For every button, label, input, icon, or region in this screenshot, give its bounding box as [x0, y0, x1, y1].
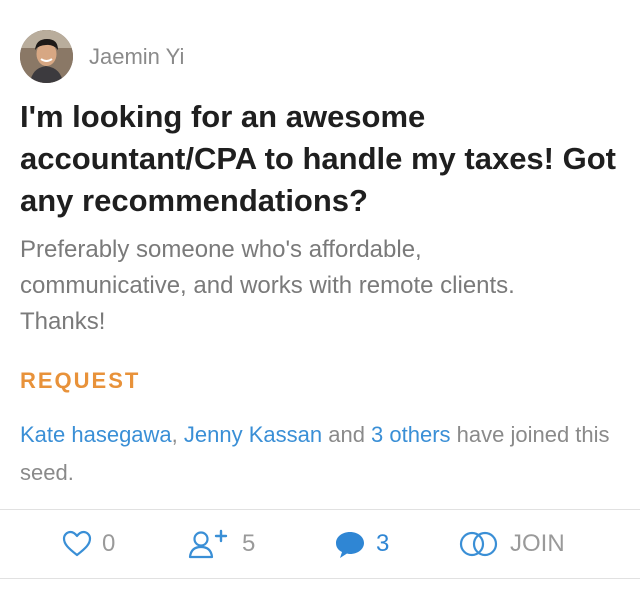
- like-button[interactable]: 0: [62, 510, 115, 578]
- join-label: JOIN: [510, 530, 565, 557]
- joined-and-text: and: [322, 422, 372, 447]
- author-name[interactable]: Jaemin Yi: [89, 44, 184, 70]
- post-type-tag: REQUEST: [20, 368, 141, 393]
- avatar-photo: [20, 30, 73, 83]
- actions-bottom-divider: [0, 578, 640, 579]
- post-title: I'm looking for an awesome accountant/CP…: [20, 99, 616, 218]
- comment-count: 3: [376, 530, 390, 557]
- speech-bubble-icon: [336, 532, 364, 558]
- joined-user-link[interactable]: Jenny Kassan: [184, 422, 322, 447]
- joined-user-link[interactable]: Kate hasegawa: [20, 422, 172, 447]
- avatar[interactable]: [20, 30, 73, 83]
- joined-others-link[interactable]: 3 others: [371, 422, 451, 447]
- joined-summary: Kate hasegawa, Jenny Kassan and 3 others…: [20, 416, 620, 492]
- post-author: Jaemin Yi: [20, 30, 184, 83]
- join-button[interactable]: JOIN: [458, 510, 565, 578]
- member-count: 5: [242, 530, 256, 557]
- like-count: 0: [102, 530, 116, 557]
- heart-icon: [62, 530, 92, 557]
- post-actions-bar: 0 5 3 JOIN: [0, 510, 640, 578]
- joined-separator: ,: [171, 422, 184, 447]
- comment-button[interactable]: 3: [334, 510, 389, 578]
- seed-post-card: Jaemin Yi I'm looking for an awesome acc…: [0, 0, 640, 595]
- post-body: Preferably someone who's affordable, com…: [20, 236, 515, 335]
- members-button[interactable]: 5: [188, 510, 255, 578]
- add-person-icon: [188, 529, 228, 559]
- interlocking-rings-icon: [459, 531, 498, 557]
